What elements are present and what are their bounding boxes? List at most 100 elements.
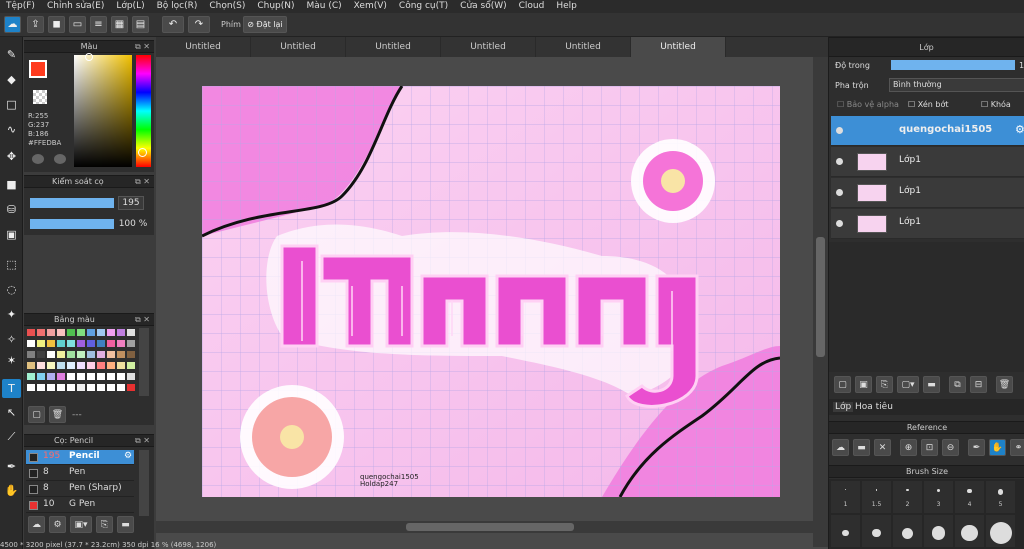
palette-swatch[interactable] xyxy=(66,383,76,392)
clip-layer-icon[interactable]: ⊟ xyxy=(970,376,987,393)
chat-icon[interactable]: ▭ xyxy=(69,16,86,33)
palette-swatch[interactable] xyxy=(66,350,76,359)
menu-item[interactable]: Tệp(F) xyxy=(0,0,41,13)
merge-icon[interactable]: ⧉ xyxy=(949,376,966,393)
palette-swatch[interactable] xyxy=(46,350,56,359)
zoom-out-icon[interactable]: ⊖ xyxy=(942,439,959,456)
fit-icon[interactable]: ⊡ xyxy=(921,439,938,456)
palette-swatch[interactable] xyxy=(26,339,36,348)
brush-size-cell[interactable] xyxy=(955,515,984,547)
brush-row[interactable]: 10 G Pen xyxy=(26,498,134,513)
palette-swatch[interactable] xyxy=(86,350,96,359)
hue-cursor[interactable] xyxy=(138,148,147,157)
palette-scrollbar[interactable] xyxy=(139,328,149,396)
text-icon[interactable]: T xyxy=(2,379,21,398)
menu-item[interactable]: Cloud xyxy=(513,0,551,13)
layer-settings-icon[interactable]: ⚙ xyxy=(1015,123,1024,136)
export-icon[interactable]: ⇪ xyxy=(27,16,44,33)
palette-swatch[interactable] xyxy=(116,372,126,381)
brush-size-cell[interactable]: 3 xyxy=(924,481,953,513)
palette-swatch[interactable] xyxy=(116,361,126,370)
rectangle-icon[interactable]: □ xyxy=(2,95,21,114)
brush-row[interactable]: 8 Pen (Sharp) xyxy=(26,482,134,497)
palette-swatch[interactable] xyxy=(26,350,36,359)
curve-icon[interactable]: ∿ xyxy=(2,120,21,139)
blend-select[interactable]: Bình thường xyxy=(889,78,1024,92)
artwork-canvas[interactable]: quengochai1505 Holdap247 xyxy=(202,86,780,497)
palette-swatch[interactable] xyxy=(116,383,126,392)
brush-settings-icon[interactable]: ⚙ xyxy=(49,516,66,533)
palette-swatch[interactable] xyxy=(126,350,136,359)
brush-size-cell[interactable] xyxy=(924,515,953,547)
tab-navigator[interactable]: Hoa tiêu xyxy=(855,402,893,412)
menu-item[interactable]: Xem(V) xyxy=(348,0,393,13)
tab-document[interactable]: Untitled xyxy=(536,37,631,57)
layout-icon[interactable]: ▤ xyxy=(132,16,149,33)
palette-swatch[interactable] xyxy=(96,350,106,359)
color-mode-icon[interactable] xyxy=(32,154,44,164)
palette-swatch[interactable] xyxy=(106,372,116,381)
color-wheel-icon[interactable] xyxy=(54,154,66,164)
palette-swatch[interactable] xyxy=(116,328,126,337)
cloud-icon[interactable]: ☁ xyxy=(4,16,21,33)
layer-row[interactable]: Lớp1 xyxy=(831,178,1024,208)
palette-swatch[interactable] xyxy=(76,339,86,348)
new-layer-icon[interactable]: ▢ xyxy=(834,376,851,393)
new-palette-icon[interactable]: ▢ xyxy=(28,406,45,423)
zoom-in-icon[interactable]: ⊕ xyxy=(900,439,917,456)
new-layer-2-icon[interactable]: ▣ xyxy=(855,376,872,393)
visibility-icon[interactable] xyxy=(836,189,843,196)
brush-icon[interactable]: ✎ xyxy=(2,45,21,64)
lasso-icon[interactable]: ◌ xyxy=(2,280,21,299)
menu-item[interactable]: Bộ lọc(R) xyxy=(151,0,204,13)
layer-row[interactable]: quengochai1505 ⚙ xyxy=(831,116,1024,146)
fill-rect-icon[interactable]: ■ xyxy=(2,175,21,194)
protect-alpha-label[interactable]: ☐ Bảo vệ alpha xyxy=(837,100,899,109)
palette-swatch[interactable] xyxy=(126,339,136,348)
menu-item[interactable]: Cửa sổ(W) xyxy=(454,0,512,13)
tab-document[interactable]: Untitled xyxy=(346,37,441,57)
palette-swatch[interactable] xyxy=(46,383,56,392)
palette-swatch[interactable] xyxy=(56,328,66,337)
palette-swatch[interactable] xyxy=(106,361,116,370)
layer-folder-icon[interactable]: ▬ xyxy=(923,376,940,393)
lock-label[interactable]: ☐ Khóa xyxy=(981,100,1011,109)
menu-item[interactable]: Help xyxy=(550,0,583,13)
cloud-brush-icon[interactable]: ☁ xyxy=(28,516,45,533)
palette-swatch[interactable] xyxy=(26,328,36,337)
vertical-scroll-thumb[interactable] xyxy=(816,237,825,357)
gradient-icon[interactable]: ▣ xyxy=(2,225,21,244)
layer-row[interactable]: Lớp1 xyxy=(831,209,1024,239)
palette-swatch[interactable] xyxy=(66,361,76,370)
palette-swatch[interactable] xyxy=(36,383,46,392)
brush-scrollbar[interactable] xyxy=(139,450,149,516)
layer-opacity-slider[interactable] xyxy=(891,60,1015,70)
tab-layer[interactable]: Lớp xyxy=(833,402,854,412)
palette-swatch[interactable] xyxy=(76,361,86,370)
brush-row[interactable]: 8 Pen xyxy=(26,466,134,481)
hand-icon[interactable]: ✋ xyxy=(2,481,21,500)
redo-icon[interactable]: ↷ xyxy=(188,16,210,33)
ref-eyedropper-icon[interactable]: ✒ xyxy=(968,439,985,456)
brush-size-cell[interactable] xyxy=(893,515,922,547)
palette-swatch[interactable] xyxy=(46,361,56,370)
menu-item[interactable]: Lớp(L) xyxy=(110,0,150,13)
brush-size-cell[interactable]: 4 xyxy=(955,481,984,513)
palette-swatch[interactable] xyxy=(86,372,96,381)
palette-swatch[interactable] xyxy=(36,372,46,381)
palette-swatch[interactable] xyxy=(116,339,126,348)
palette-swatch[interactable] xyxy=(76,372,86,381)
select-eraser-icon[interactable]: ✶ xyxy=(2,351,21,370)
comment-icon[interactable]: ◼ xyxy=(48,16,65,33)
palette-swatch[interactable] xyxy=(86,339,96,348)
menu-item[interactable]: Chụp(N) xyxy=(251,0,300,13)
palette-swatch[interactable] xyxy=(56,361,66,370)
palette-swatch[interactable] xyxy=(126,372,136,381)
folder-icon[interactable]: ▬ xyxy=(117,516,134,533)
palette-swatch[interactable] xyxy=(66,328,76,337)
size-slider[interactable] xyxy=(30,198,114,208)
palette-swatch[interactable] xyxy=(106,383,116,392)
palette-swatch[interactable] xyxy=(86,328,96,337)
saturation-picker[interactable] xyxy=(74,55,132,167)
layer-row[interactable]: Lớp1 xyxy=(831,147,1024,177)
